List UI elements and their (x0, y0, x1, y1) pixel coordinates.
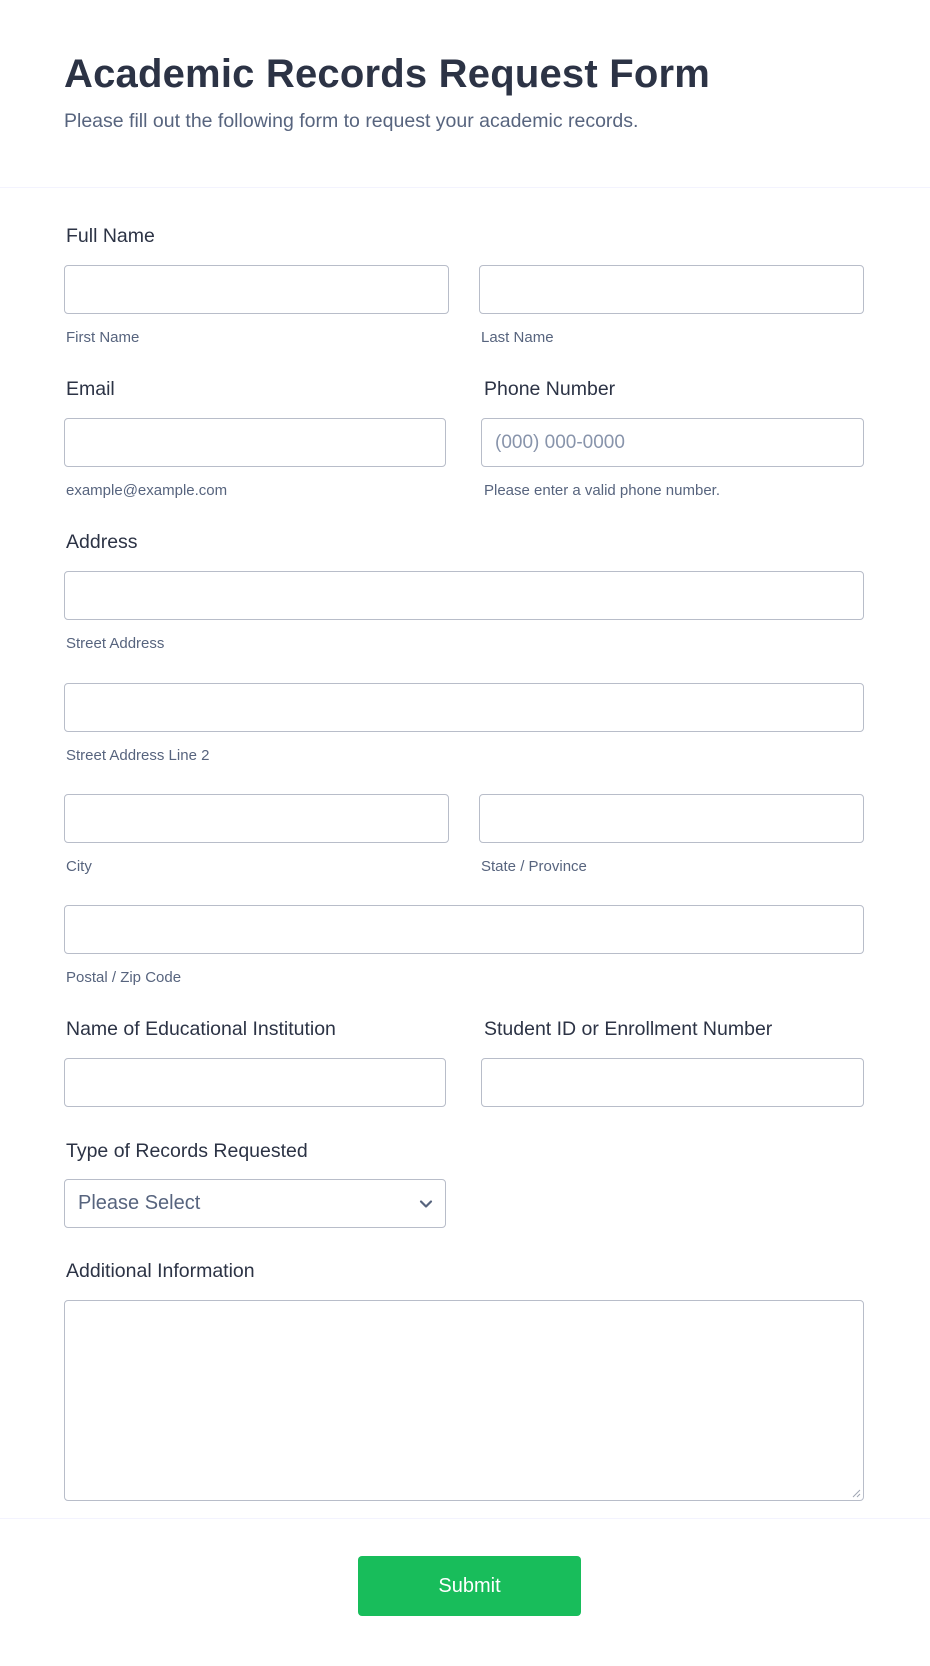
phone-label: Phone Number (484, 378, 616, 400)
street-address-input[interactable] (64, 571, 864, 620)
record-type-selected: Please Select (78, 1192, 201, 1214)
email-label: Email (66, 378, 115, 400)
email-input[interactable] (64, 418, 446, 467)
street-address-2-input[interactable] (64, 683, 864, 732)
record-type-label: Type of Records Requested (66, 1140, 308, 1162)
address-label: Address (66, 531, 138, 553)
institution-input[interactable] (64, 1058, 446, 1107)
zip-input[interactable] (64, 905, 864, 954)
street-address-sublabel: Street Address (66, 635, 165, 652)
institution-label: Name of Educational Institution (66, 1018, 336, 1040)
first-name-input[interactable] (64, 265, 449, 314)
additional-info-wrapper (64, 1300, 864, 1501)
state-input[interactable] (479, 794, 864, 843)
last-name-sublabel: Last Name (481, 329, 554, 346)
zip-sublabel: Postal / Zip Code (66, 969, 182, 986)
submit-button[interactable]: Submit (358, 1556, 581, 1616)
state-sublabel: State / Province (481, 858, 587, 875)
first-name-sublabel: First Name (66, 329, 140, 346)
city-sublabel: City (66, 858, 92, 875)
phone-input[interactable] (481, 418, 864, 467)
street-address-2-sublabel: Street Address Line 2 (66, 747, 210, 764)
full-name-label: Full Name (66, 225, 155, 247)
chevron-down-icon (419, 1200, 433, 1208)
page-title: Academic Records Request Form (64, 52, 710, 96)
student-id-label: Student ID or Enrollment Number (484, 1018, 773, 1040)
page-subtitle: Please fill out the following form to re… (64, 110, 639, 132)
record-type-select[interactable]: Please Select (64, 1179, 446, 1228)
additional-info-label: Additional Information (66, 1260, 255, 1282)
last-name-input[interactable] (479, 265, 864, 314)
form-header: Academic Records Request Form Please fil… (0, 0, 930, 188)
student-id-input[interactable] (481, 1058, 864, 1107)
email-sublabel: example@example.com (66, 482, 228, 499)
additional-info-textarea[interactable] (64, 1300, 864, 1501)
city-input[interactable] (64, 794, 449, 843)
resize-handle-icon[interactable] (852, 1489, 861, 1498)
phone-sublabel: Please enter a valid phone number. (484, 482, 720, 499)
footer-divider (0, 1518, 930, 1519)
